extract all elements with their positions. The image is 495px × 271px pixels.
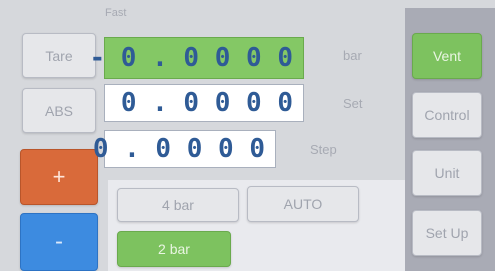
vent-button[interactable]: Vent: [412, 33, 482, 79]
unit-button[interactable]: Unit: [412, 150, 482, 196]
range-auto-button[interactable]: AUTO: [247, 186, 359, 222]
increment-button[interactable]: +: [20, 149, 98, 205]
pressure-readout: - 0 . 0 0 0 0: [90, 37, 304, 79]
range-4bar-button[interactable]: 4 bar: [117, 188, 239, 222]
decrement-button[interactable]: -: [20, 213, 98, 271]
mode-label: Fast: [105, 7, 127, 19]
set-label: Set: [343, 96, 363, 111]
set-point-readout[interactable]: 0 . 0 0 0 0: [104, 84, 304, 122]
step-label: Step: [310, 142, 337, 157]
step-readout[interactable]: 0 . 0 0 0 0: [93, 130, 276, 168]
pressure-unit-label: bar: [343, 48, 362, 63]
pressure-controller-screen: Fast Tare ABS + - - 0 . 0 0 0 0 bar 0 . …: [0, 0, 495, 271]
range-2bar-button[interactable]: 2 bar: [117, 231, 231, 267]
tare-button[interactable]: Tare: [22, 33, 96, 78]
control-button[interactable]: Control: [412, 92, 482, 138]
abs-button[interactable]: ABS: [22, 88, 96, 133]
setup-button[interactable]: Set Up: [412, 210, 482, 256]
